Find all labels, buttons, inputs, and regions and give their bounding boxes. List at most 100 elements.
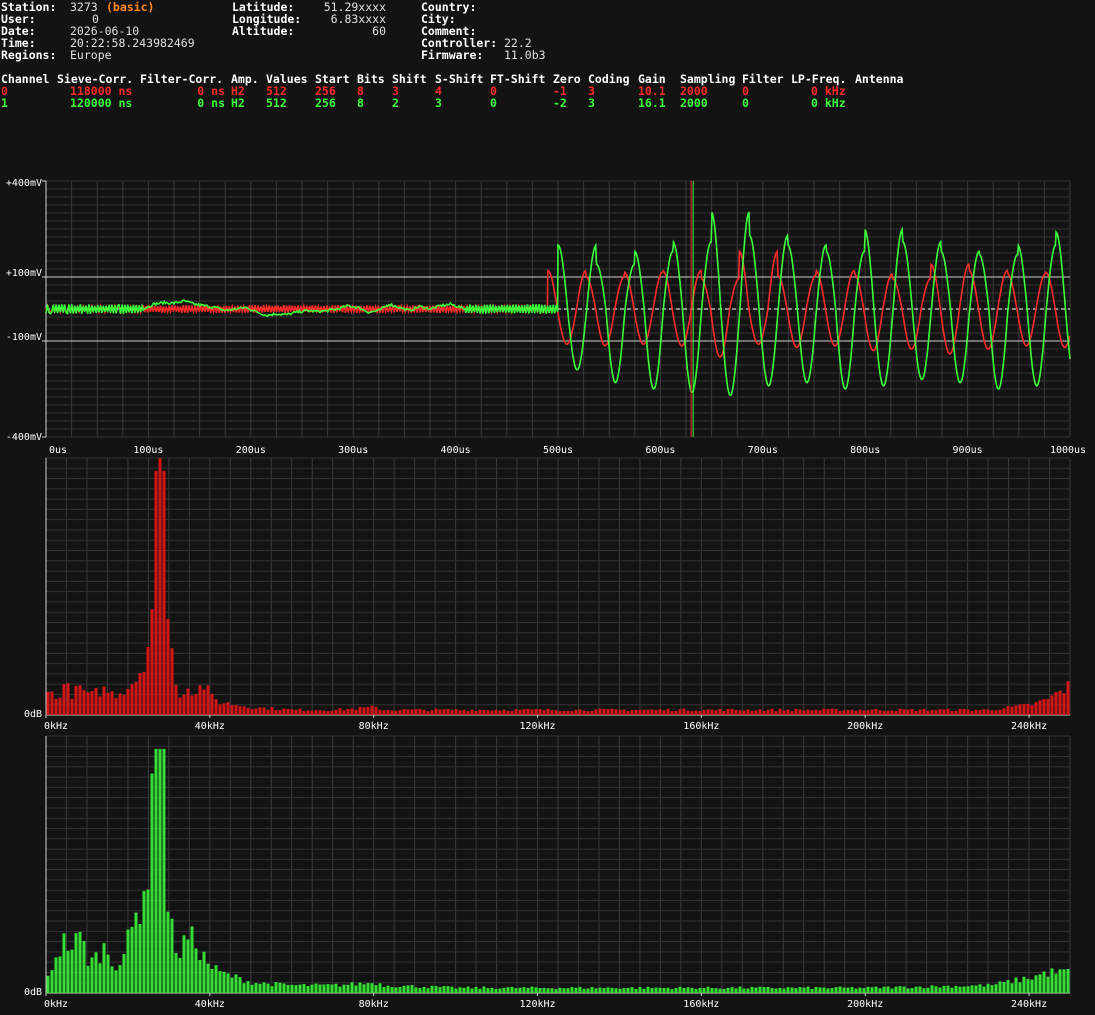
spectrum-bar — [670, 989, 674, 993]
spectrum-bar — [914, 711, 918, 715]
spectrum-bar — [518, 987, 522, 993]
spectrum-bar — [126, 688, 130, 715]
spectrum-bar — [1034, 975, 1038, 993]
spectrum-bar — [714, 710, 718, 715]
spectrum-bar — [94, 687, 98, 715]
spectrum-bar — [1030, 705, 1034, 715]
spectrum-bar — [774, 988, 778, 993]
spectrum-bar — [222, 971, 226, 993]
spectrum-bar — [826, 988, 830, 993]
spectrum-bar — [86, 692, 90, 715]
spectrum-bar — [178, 697, 182, 715]
spectrum-bar — [658, 709, 662, 715]
spectrum-bar — [494, 989, 498, 993]
spectrum-bar — [534, 709, 538, 715]
spectrum-bar — [1042, 971, 1046, 993]
spectrum-bar — [730, 708, 734, 715]
spectrum-bar — [278, 982, 282, 993]
x-tick-label: 400us — [441, 445, 471, 456]
spectrum-bar — [374, 985, 378, 993]
spectrum-bar — [742, 710, 746, 715]
spectrum-bar — [790, 711, 794, 715]
spectrum-bar — [866, 986, 870, 993]
spectrum-bar — [726, 709, 730, 715]
spectrum-bar — [738, 986, 742, 993]
spectrum-bar — [690, 711, 694, 715]
spectrum-bar — [950, 711, 954, 715]
spectrum-bar — [706, 709, 710, 715]
spectrum-bar — [378, 709, 382, 715]
spectrum-bar — [618, 709, 622, 715]
y-tick-label: -100mV — [6, 332, 42, 343]
spectrum-bar — [922, 708, 926, 715]
spectrum-bar — [878, 988, 882, 993]
spectrum-bar — [510, 711, 514, 715]
spectrum-bar — [458, 987, 462, 993]
spectrum-bar — [350, 708, 354, 715]
spectrum-bar — [206, 963, 210, 993]
spectrum-bar — [846, 709, 850, 715]
x-tick-label: 120kHz — [519, 999, 555, 1010]
spectrum-bar — [418, 988, 422, 993]
x-tick-label: 40kHz — [195, 999, 225, 1010]
spectrum-bar — [54, 957, 58, 993]
spectrum-bar — [798, 709, 802, 715]
spectrum-bar — [298, 708, 302, 715]
spectrum-bar — [406, 985, 410, 993]
spectrum-bar — [1022, 976, 1026, 993]
spectrum-bar — [62, 684, 66, 715]
spectrum-bar — [370, 705, 374, 715]
spectrum-bar — [758, 986, 762, 993]
spectrum-bar — [858, 987, 862, 993]
spectrum-bar — [314, 710, 318, 715]
spectrum-bar — [694, 989, 698, 993]
spectrum-bar — [1058, 690, 1062, 715]
x-tick-label: 200kHz — [847, 721, 883, 732]
spectrum-bar — [402, 709, 406, 715]
spectrum-bar — [702, 710, 706, 715]
spectrum-bar — [910, 709, 914, 715]
spectrum-bar — [1066, 969, 1070, 993]
spectrum-bar — [154, 470, 158, 715]
spectrum-bar — [826, 709, 830, 715]
x-tick-label: 600us — [645, 445, 675, 456]
spectrum-bar — [338, 986, 342, 993]
spectrum-bar — [142, 671, 146, 715]
spectrum-bar — [318, 984, 322, 993]
spectrum-bar — [834, 987, 838, 993]
spectrum-bar — [1014, 705, 1018, 715]
spectrum-bar — [458, 710, 462, 715]
spectrum-bar — [986, 983, 990, 993]
spectrum-bar — [530, 709, 534, 715]
spectrum-bar — [286, 709, 290, 715]
spectrum-bar — [1050, 695, 1054, 715]
spectrum-bar — [66, 950, 70, 993]
spectrum-bar — [990, 985, 994, 993]
spectrum-bar — [1046, 976, 1050, 993]
spectrum-bar — [534, 987, 538, 993]
spectrum-bar — [474, 711, 478, 715]
spectrum-bar — [1046, 699, 1050, 715]
spectrum-bar — [550, 988, 554, 993]
spectrum-bar — [482, 986, 486, 993]
spectrum-bar — [894, 711, 898, 715]
spectrum-bar — [474, 986, 478, 993]
spectrum-bar — [362, 984, 366, 993]
spectrum-bar — [454, 709, 458, 715]
spectrum-bar — [350, 982, 354, 993]
spectrum-bar — [794, 988, 798, 993]
spectrum-bar — [362, 707, 366, 715]
spectrum-bar — [1018, 704, 1022, 715]
spectrum-bar — [706, 986, 710, 993]
spectrum-bar — [586, 711, 590, 715]
spectrum-bar — [94, 952, 98, 993]
spectrum-bar — [850, 709, 854, 715]
spectrum-bar — [322, 710, 326, 715]
spectrum-bar — [1038, 700, 1042, 715]
spectrum-bar — [98, 963, 102, 993]
spectrum-bar — [198, 685, 202, 715]
spectrum-bar — [886, 710, 890, 715]
spectrum-bar — [354, 985, 358, 993]
spectrum-bar — [450, 710, 454, 715]
spectrum-bar — [794, 708, 798, 715]
